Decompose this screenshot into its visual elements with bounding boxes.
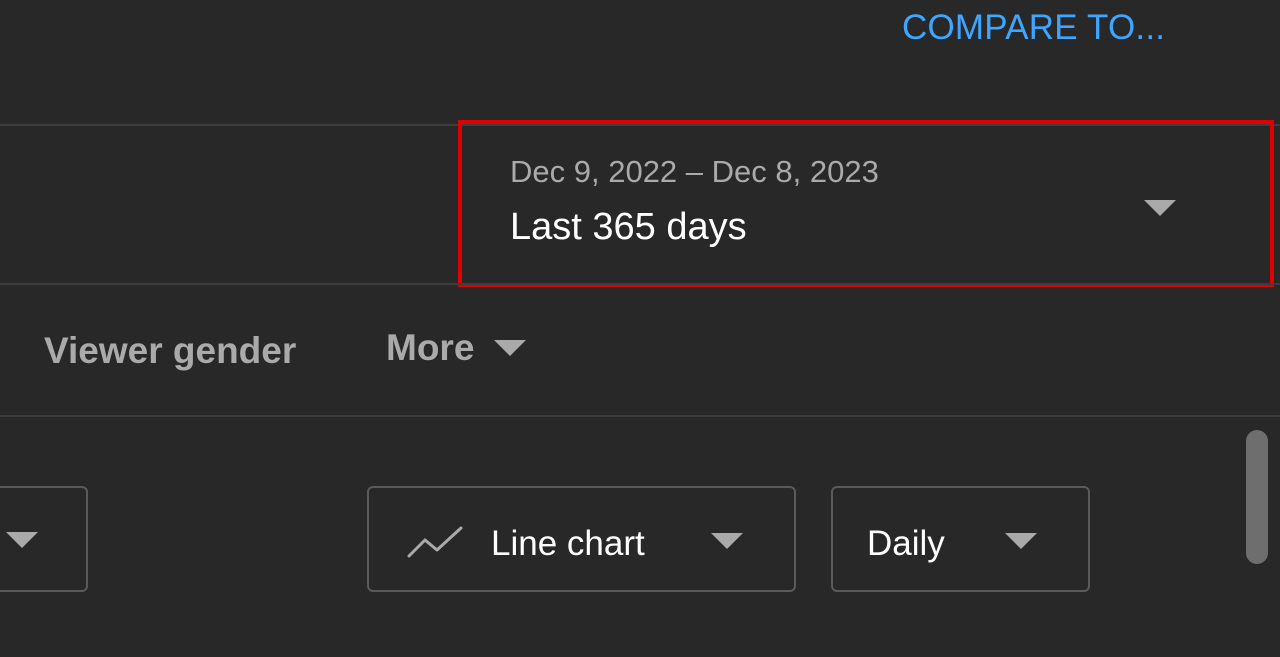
interval-label: Daily bbox=[867, 524, 945, 563]
chart-type-label: Line chart bbox=[491, 524, 645, 563]
date-range-picker[interactable]: Dec 9, 2022 – Dec 8, 2023 Last 365 days bbox=[458, 120, 1274, 287]
date-range-text: Dec 9, 2022 – Dec 8, 2023 bbox=[510, 154, 879, 189]
analytics-page: COMPARE TO... Dec 9, 2022 – Dec 8, 2023 … bbox=[0, 0, 1280, 657]
chevron-down-icon bbox=[494, 340, 527, 356]
tab-more[interactable]: More bbox=[386, 327, 527, 369]
tab-viewer-gender[interactable]: Viewer gender bbox=[44, 330, 296, 372]
divider bbox=[0, 283, 1280, 285]
period-label: Last 365 days bbox=[510, 206, 747, 248]
chevron-down-icon bbox=[1005, 533, 1037, 549]
compare-to-button[interactable]: COMPARE TO... bbox=[902, 8, 1165, 48]
chart-type-dropdown[interactable]: Line chart bbox=[367, 486, 796, 592]
line-chart-icon bbox=[407, 526, 463, 558]
chevron-down-icon bbox=[1144, 200, 1176, 216]
scrollbar-thumb[interactable] bbox=[1246, 430, 1268, 564]
metric-dropdown[interactable] bbox=[0, 486, 88, 592]
divider bbox=[0, 415, 1280, 417]
interval-dropdown[interactable]: Daily bbox=[831, 486, 1090, 592]
chevron-down-icon bbox=[6, 532, 38, 548]
tab-more-label: More bbox=[386, 327, 475, 368]
chevron-down-icon bbox=[711, 533, 743, 549]
